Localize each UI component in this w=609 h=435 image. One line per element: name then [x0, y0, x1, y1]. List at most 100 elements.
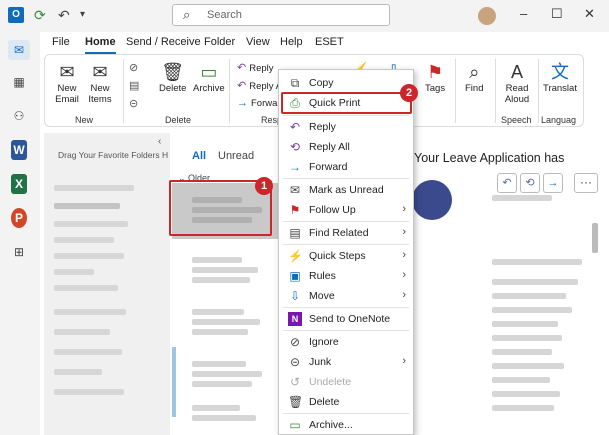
tab-all[interactable]: All — [192, 150, 206, 162]
menu-item-find-related[interactable]: ▤ Find Related › — [279, 223, 413, 243]
forward-small-button[interactable]: → Forwar — [237, 97, 281, 109]
junk-small-icon[interactable]: ⊝ — [129, 97, 141, 110]
group-language-label: Languag — [541, 115, 577, 125]
reply-all-small-button[interactable]: ↶ Reply A — [237, 79, 282, 92]
menu-item-follow-up[interactable]: ⚑ Follow Up › — [279, 200, 413, 220]
callout-step-1: 1 — [255, 177, 273, 195]
menu-item-mark-as-unread[interactable]: ✉ Mark as Unread — [279, 180, 413, 200]
more-apps-icon[interactable]: ⊞ — [8, 242, 30, 262]
reply-action-button[interactable]: ↶ — [497, 173, 517, 193]
word-app-icon[interactable]: W — [11, 140, 27, 160]
new-items-button[interactable]: ✉ New Items — [83, 61, 117, 105]
forward-icon: → — [289, 160, 301, 174]
folder-item[interactable] — [54, 221, 128, 227]
new-email-label: New Email — [55, 83, 79, 105]
junk-icon: ⊝ — [289, 355, 301, 369]
menu-item-send-to-onenote[interactable]: N Send to OneNote — [279, 309, 413, 329]
minimize-button[interactable]: – — [520, 6, 527, 21]
menu-item-rules[interactable]: ▣ Rules › — [279, 266, 413, 286]
sender-avatar — [412, 180, 452, 220]
translate-label: Translat — [543, 83, 577, 94]
folder-item[interactable] — [54, 329, 110, 335]
close-button[interactable]: ✕ — [584, 6, 595, 22]
customize-toolbar-chevron-icon[interactable]: ▾ — [80, 7, 85, 23]
menu-separator — [283, 221, 409, 222]
folder-item[interactable] — [54, 269, 94, 275]
forward-action-button[interactable]: → — [543, 173, 563, 193]
folder-item[interactable] — [54, 185, 134, 191]
tab-help[interactable]: Help — [280, 36, 303, 48]
submenu-arrow-icon: › — [402, 203, 406, 215]
list-item[interactable] — [172, 299, 282, 355]
tab-home[interactable]: Home — [85, 36, 116, 54]
app-rail: ✉ ▦ ⚇ W X P ⊞ — [0, 32, 40, 435]
translate-icon: 文 — [550, 62, 569, 82]
reply-small-button[interactable]: ↶ Reply — [237, 61, 274, 74]
list-item[interactable] — [172, 247, 282, 303]
tab-file[interactable]: File — [52, 36, 70, 48]
menu-separator — [283, 244, 409, 245]
menu-item-reply[interactable]: ↶ Reply — [279, 117, 413, 137]
tab-unread[interactable]: Unread — [218, 150, 254, 162]
delete-button[interactable]: 🗑 Delete — [159, 61, 186, 94]
read-aloud-button[interactable]: A Read Aloud — [501, 61, 533, 105]
excel-app-icon[interactable]: X — [11, 174, 27, 194]
undo-icon[interactable]: ↶ — [58, 7, 70, 23]
menu-item-ignore[interactable]: ⊘ Ignore — [279, 332, 413, 352]
menu-item-reply-all[interactable]: ⟲ Reply All — [279, 137, 413, 157]
menu-item-junk[interactable]: ⊝ Junk › — [279, 352, 413, 372]
folder-item[interactable] — [54, 285, 118, 291]
user-avatar[interactable] — [478, 7, 496, 25]
trash-icon: 🗑 — [288, 395, 304, 409]
new-email-button[interactable]: ✉ New Email — [53, 61, 81, 105]
find-button[interactable]: ⌕ Find — [465, 61, 483, 94]
tab-send-receive[interactable]: Send / Receive — [126, 36, 201, 48]
scrollbar[interactable] — [172, 347, 176, 417]
collapse-pane-icon[interactable]: ‹ — [158, 136, 161, 147]
copy-icon: ⧉ — [290, 76, 300, 90]
folder-item[interactable] — [54, 203, 120, 209]
menu-separator — [283, 330, 409, 331]
new-email-icon: ✉ — [59, 62, 75, 82]
more-actions-button[interactable]: ··· — [574, 173, 598, 193]
calendar-app-icon[interactable]: ▦ — [8, 72, 30, 92]
trash-icon: 🗑 — [161, 62, 185, 82]
list-item[interactable] — [172, 395, 282, 435]
submenu-arrow-icon: › — [402, 289, 406, 301]
menu-item-copy[interactable]: ⧉ Copy — [279, 73, 413, 93]
ribbon-divider — [455, 59, 456, 123]
menu-item-archive[interactable]: ▭ Archive... — [279, 415, 413, 435]
group-new-label: New — [75, 115, 94, 125]
powerpoint-app-icon[interactable]: P — [11, 208, 27, 228]
translate-button[interactable]: 文 Translat — [543, 61, 577, 94]
tab-folder[interactable]: Folder — [204, 36, 235, 48]
clean-up-small-icon[interactable]: ▤ — [129, 79, 142, 92]
tags-button[interactable]: ⚑ Tags — [425, 61, 445, 94]
search-input[interactable]: ⌕ Search — [172, 4, 390, 26]
folder-item[interactable] — [54, 237, 114, 243]
tab-eset[interactable]: ESET — [315, 36, 344, 48]
menu-item-move[interactable]: ⇩ Move › — [279, 286, 413, 306]
people-app-icon[interactable]: ⚇ — [8, 106, 30, 126]
reply-icon: ↶ — [289, 120, 301, 134]
folder-item[interactable] — [54, 389, 124, 395]
lightning-icon: ⚡ — [288, 249, 303, 263]
maximize-button[interactable]: ☐ — [551, 6, 563, 22]
ignore-small-icon[interactable]: ⊘ — [129, 61, 141, 74]
archive-button[interactable]: ▭ Archive — [193, 61, 225, 94]
folder-item[interactable] — [54, 369, 102, 375]
refresh-icon[interactable]: ⟳ — [34, 7, 46, 23]
read-aloud-icon: A — [510, 62, 523, 82]
mail-app-icon[interactable]: ✉ — [8, 40, 30, 60]
menu-item-forward[interactable]: → Forward — [279, 157, 413, 177]
folder-item[interactable] — [54, 349, 122, 355]
tab-view[interactable]: View — [246, 36, 270, 48]
reply-all-icon: ⟲ — [525, 177, 535, 189]
folder-item[interactable] — [54, 309, 126, 315]
reply-all-action-button[interactable]: ⟲ — [520, 173, 540, 193]
mail-icon: ✉ — [289, 183, 301, 197]
menu-item-quick-steps[interactable]: ⚡ Quick Steps › — [279, 246, 413, 266]
folder-item[interactable] — [54, 253, 124, 259]
read-aloud-label: Read Aloud — [504, 83, 530, 105]
menu-item-delete[interactable]: 🗑 Delete — [279, 392, 413, 412]
